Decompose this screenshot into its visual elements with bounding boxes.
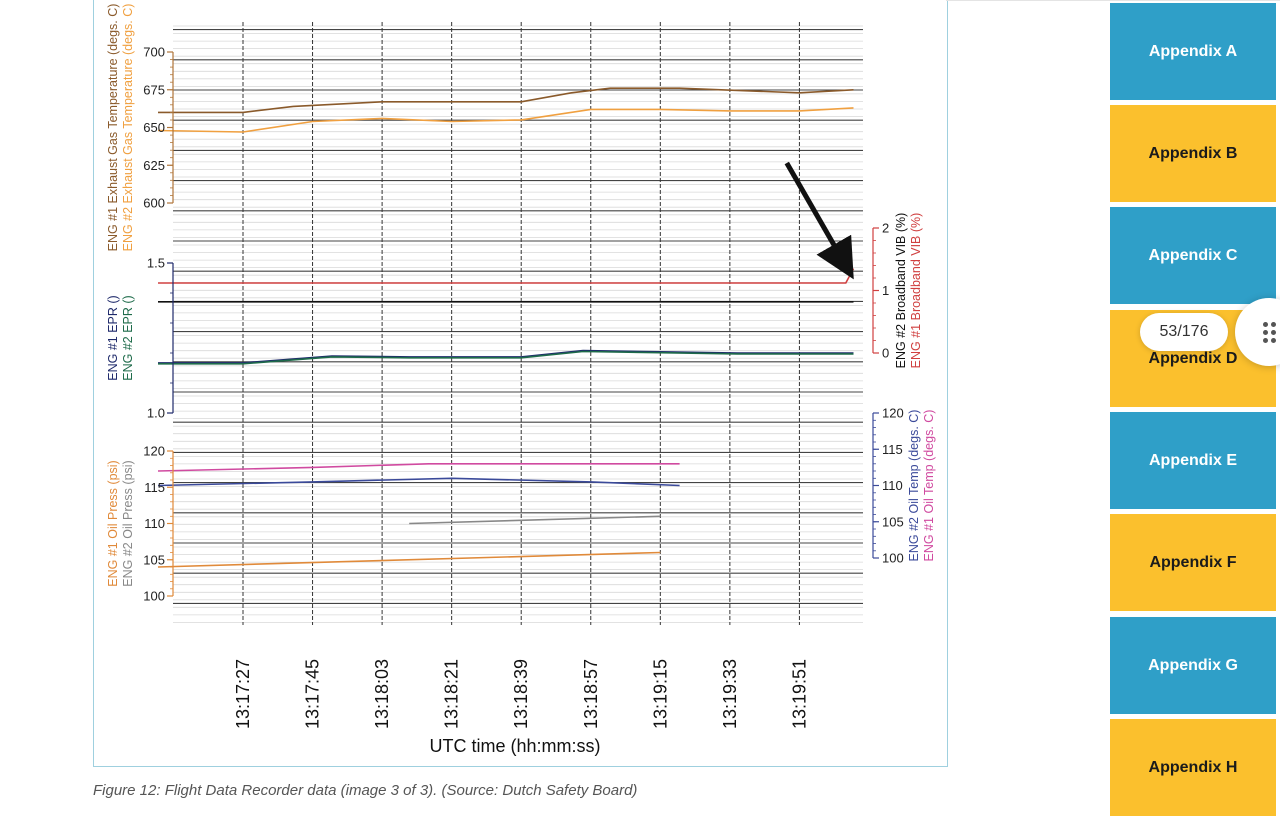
epr-axis-label: ENG #1 EPR () — [106, 295, 120, 380]
x-tick-label: 13:18:39 — [511, 659, 531, 729]
oiltemp-axis-label: ENG #2 Oil Temp (degs. C) — [907, 410, 921, 562]
oilpress-axis-label: ENG #2 Oil Press (psi) — [121, 460, 135, 586]
oiltemp-tick-label: 120 — [882, 406, 904, 421]
appendix-g-label: Appendix G — [1148, 656, 1238, 674]
egt-tick-label: 675 — [143, 82, 165, 97]
egt-tick-label: 600 — [143, 196, 165, 211]
oilpress-tick-label: 110 — [144, 516, 165, 531]
egt-tick-label: 650 — [143, 120, 165, 135]
x-axis-label: UTC time (hh:mm:ss) — [430, 736, 601, 756]
appendix-sidebar: Appendix A Appendix B Appendix C Appendi… — [1110, 0, 1276, 816]
x-tick-label: 13:19:15 — [650, 659, 670, 729]
page-indicator-text: 53/176 — [1159, 323, 1209, 340]
oilpress-axis-label: ENG #1 Oil Press (psi) — [106, 460, 120, 586]
appendix-c-button[interactable]: Appendix C — [1110, 207, 1276, 304]
appendix-e-button[interactable]: Appendix E — [1110, 412, 1276, 509]
epr-tick-label: 1.0 — [147, 406, 165, 421]
appendix-h-button[interactable]: Appendix H — [1110, 719, 1276, 816]
x-tick-label: 13:19:33 — [720, 659, 740, 729]
x-tick-label: 13:18:57 — [581, 659, 601, 729]
oiltemp-tick-label: 115 — [882, 442, 903, 457]
appendix-c-label: Appendix C — [1148, 246, 1238, 264]
drag-dots-icon — [1263, 322, 1277, 344]
egt-axis-label: ENG #2 Exhaust Gas Temperature (degs. C) — [121, 4, 135, 252]
egt-tick-label: 700 — [143, 45, 165, 60]
vib-axis-label: ENG #2 Broadband VIB (%) — [894, 213, 908, 369]
vib-tick-label: 2 — [882, 221, 889, 236]
x-tick-label: 13:17:45 — [303, 659, 323, 729]
fdr-chart: 600 625 650 675 700 1.0 1.5 0 1 2 100 105 110 115 120 1… — [106, 4, 936, 756]
egt-axis-label: ENG #1 Exhaust Gas Temperature (degs. C) — [106, 4, 120, 252]
appendix-a-button[interactable]: Appendix A — [1110, 3, 1276, 100]
appendix-b-button[interactable]: Appendix B — [1110, 105, 1276, 202]
appendix-g-button[interactable]: Appendix G — [1110, 617, 1276, 714]
page-indicator: 53/176 — [1140, 313, 1228, 351]
oiltemp-axis-label: ENG #1 Oil Temp (degs. C) — [922, 410, 936, 562]
x-tick-label: 13:18:03 — [372, 659, 392, 729]
appendix-d-label: Appendix D — [1148, 349, 1238, 367]
appendix-b-label: Appendix B — [1148, 144, 1238, 162]
oiltemp-tick-label: 105 — [882, 514, 904, 529]
vib-tick-label: 0 — [882, 346, 889, 361]
oiltemp-tick-label: 110 — [882, 478, 903, 493]
oilpress-tick-label: 105 — [143, 552, 165, 567]
oilpress-tick-label: 115 — [144, 480, 165, 495]
appendix-h-label: Appendix H — [1148, 758, 1238, 776]
oilpress-tick-label: 100 — [143, 589, 165, 604]
x-tick-label: 13:19:51 — [789, 659, 809, 729]
appendix-e-label: Appendix E — [1148, 451, 1237, 469]
epr-axis-label: ENG #2 EPR () — [121, 295, 135, 380]
appendix-a-label: Appendix A — [1148, 42, 1238, 60]
x-tick-label: 13:17:27 — [233, 659, 253, 729]
x-tick-label: 13:18:21 — [442, 659, 462, 729]
appendix-f-button[interactable]: Appendix F — [1110, 514, 1276, 611]
epr-tick-label: 1.5 — [147, 256, 165, 271]
vib-tick-label: 1 — [882, 283, 889, 298]
vib-axis-label: ENG #1 Broadband VIB (%) — [909, 213, 923, 369]
figure-caption: Figure 12: Flight Data Recorder data (im… — [93, 782, 638, 799]
oilpress-tick-label: 120 — [143, 444, 165, 459]
appendix-f-label: Appendix F — [1149, 553, 1237, 571]
oiltemp-tick-label: 100 — [882, 551, 904, 566]
plot-background — [173, 22, 863, 625]
egt-tick-label: 625 — [143, 158, 165, 173]
